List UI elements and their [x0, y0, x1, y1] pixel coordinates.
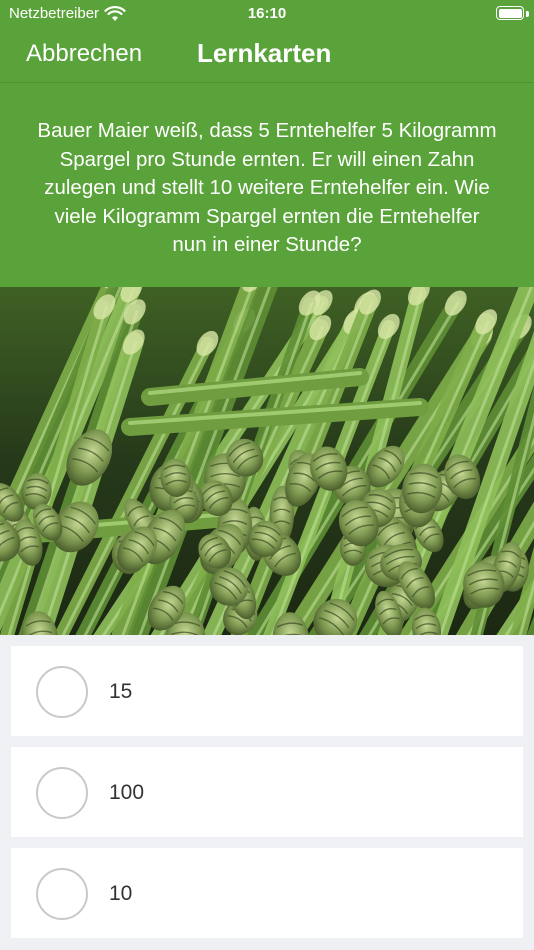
- asparagus-image: [0, 287, 534, 635]
- answer-option[interactable]: 10: [11, 848, 523, 938]
- answer-option[interactable]: 15: [11, 646, 523, 736]
- radio-button[interactable]: [36, 767, 88, 819]
- question-panel: Bauer Maier weiß, dass 5 Erntehelfer 5 K…: [0, 83, 534, 287]
- question-text: Bauer Maier weiß, dass 5 Erntehelfer 5 K…: [37, 119, 497, 256]
- radio-button[interactable]: [36, 868, 88, 920]
- flashcard-screen: Netzbetreiber 16:10 Abbrechen Lernkarten…: [0, 0, 534, 950]
- battery-cap: [526, 11, 529, 17]
- answer-option[interactable]: 100: [11, 747, 523, 837]
- answer-label: 10: [109, 882, 133, 905]
- answer-list: 15 100 10: [11, 646, 523, 949]
- answer-label: 15: [109, 680, 133, 703]
- header: Netzbetreiber 16:10 Abbrechen Lernkarten: [0, 0, 534, 82]
- cancel-button[interactable]: Abbrechen: [26, 40, 142, 68]
- navigation-bar: Abbrechen Lernkarten: [0, 28, 534, 82]
- status-time: 16:10: [247, 5, 287, 22]
- battery-icon: [496, 6, 524, 20]
- status-bar: Netzbetreiber 16:10: [0, 0, 534, 28]
- answer-label: 100: [109, 781, 145, 804]
- page-title: Lernkarten: [197, 38, 332, 68]
- radio-button[interactable]: [36, 666, 88, 718]
